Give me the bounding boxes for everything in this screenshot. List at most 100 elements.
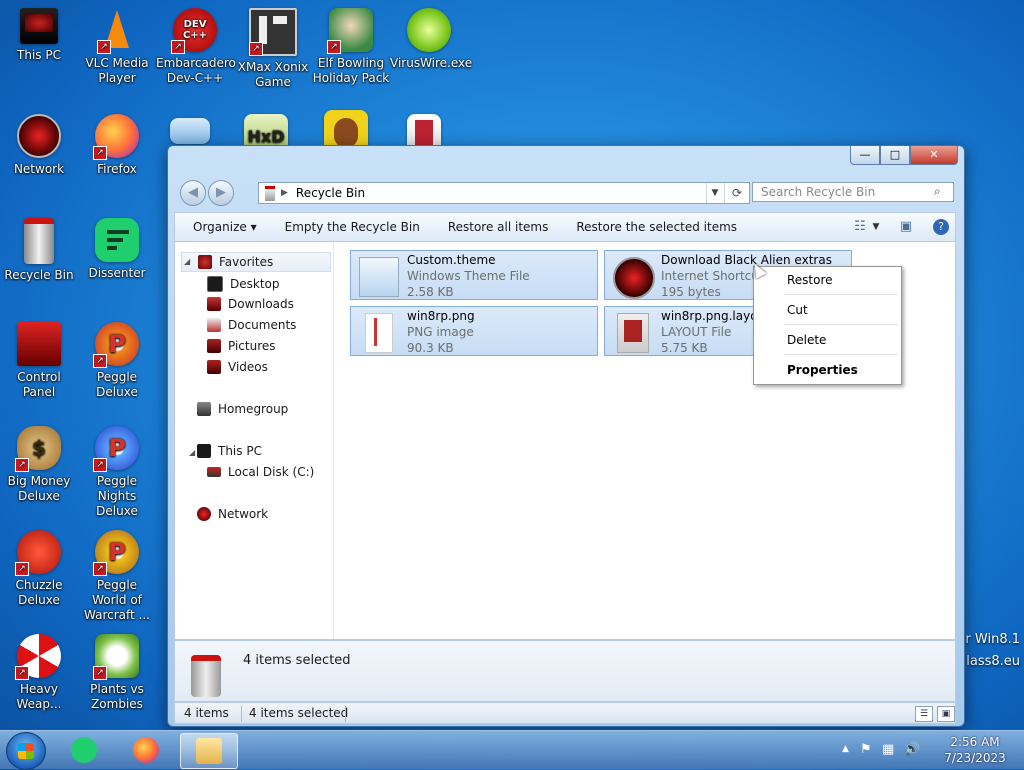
desktop-icon-peggle-deluxe[interactable]: P ↗ Peggle Deluxe: [78, 322, 156, 400]
nav-videos[interactable]: Videos: [207, 360, 268, 374]
address-bar[interactable]: ▶ Recycle Bin ▼ ⟳: [258, 182, 750, 204]
collapse-arrow-icon[interactable]: ◢: [189, 448, 195, 457]
desktop-icon-big-money[interactable]: $ ↗ Big Money Deluxe: [0, 426, 78, 504]
desktop-icon-xonix[interactable]: ↗ XMax Xonix Game: [234, 8, 312, 90]
desktop-icon-recycle-bin[interactable]: Recycle Bin: [0, 218, 78, 283]
nav-label: Local Disk (C:): [228, 465, 315, 479]
taskbar-app-explorer[interactable]: [180, 733, 238, 769]
watermark-line1: r Win8.1: [965, 632, 1020, 647]
money-bag-icon: $ ↗: [15, 426, 61, 472]
layout-file-icon: [617, 313, 649, 353]
devcpp-icon: DEV C++ ↗: [171, 8, 217, 54]
address-dropdown-icon[interactable]: ▼: [706, 183, 723, 203]
nav-local-disk[interactable]: Local Disk (C:): [207, 465, 314, 479]
pictures-icon: [207, 339, 221, 353]
file-type: LAYOUT File: [661, 325, 732, 339]
desktop-icon-label: Peggle Nights Deluxe: [96, 474, 138, 518]
search-icon[interactable]: ⌕: [934, 184, 950, 200]
system-tray: ▲ ⚑ ▦ 🔊 2:56 AM 7/23/2023: [838, 731, 1018, 769]
desktop-icon-this-pc[interactable]: This PC: [0, 8, 78, 63]
nav-network[interactable]: Network: [197, 507, 268, 521]
desktop-icon-partial-1[interactable]: [162, 118, 218, 148]
close-button[interactable]: ✕: [910, 146, 958, 165]
restore-all-button[interactable]: Restore all items: [434, 213, 563, 241]
menu-item-cut[interactable]: Cut: [787, 300, 892, 320]
context-menu: Restore Cut Delete Properties: [753, 266, 902, 385]
nav-label: This PC: [218, 444, 262, 458]
breadcrumb-recycle-bin[interactable]: Recycle Bin: [296, 186, 365, 200]
file-tile[interactable]: Custom.theme Windows Theme File 2.58 KB: [350, 250, 598, 300]
nav-label: Videos: [228, 360, 268, 374]
nav-label: Downloads: [228, 297, 294, 311]
desktop-icon-chuzzle[interactable]: ↗ Chuzzle Deluxe: [0, 530, 78, 608]
desktop-icon-dissenter[interactable]: Dissenter: [78, 218, 156, 281]
nav-label: Pictures: [228, 339, 276, 353]
empty-recycle-bin-button[interactable]: Empty the Recycle Bin: [271, 213, 434, 241]
desktop-icon-heavy-weapon[interactable]: ↗ Heavy Weap...: [0, 634, 78, 712]
volume-icon[interactable]: 🔊: [904, 742, 920, 757]
preview-pane-icon[interactable]: ▣: [895, 216, 917, 238]
downloads-icon: [207, 297, 221, 311]
details-view-icon[interactable]: ☰: [915, 706, 933, 722]
desktop-icon-pvz[interactable]: ↗ Plants vs Zombies: [78, 634, 156, 712]
explorer-window[interactable]: — □ ✕ ◀ ▶ ▶ Recycle Bin ▼ ⟳ ⌕ Organize ▾…: [167, 145, 965, 727]
nav-documents[interactable]: Documents: [207, 318, 296, 332]
desktop-icon-label: Elf Bowling Holiday Pack: [312, 56, 390, 85]
large-icons-view-icon[interactable]: ▣: [937, 706, 955, 722]
taskbar-app-dissenter[interactable]: [56, 733, 112, 767]
start-button[interactable]: [6, 732, 46, 770]
maximize-button[interactable]: □: [880, 146, 910, 165]
file-type: Internet Shortcut: [661, 269, 764, 283]
desktop-icon-peggle-nights[interactable]: P ↗ Peggle Nights Deluxe: [78, 426, 156, 519]
desktop-icon-label: Chuzzle Deluxe: [15, 578, 63, 607]
network-icon: [197, 507, 211, 521]
file-tile[interactable]: win8rp.png PNG image 90.3 KB: [350, 306, 598, 356]
view-dropdown-icon[interactable]: ▼: [871, 216, 881, 238]
desktop-icon-vlc[interactable]: ↗ VLC Media Player: [78, 8, 156, 86]
recycle-bin-icon: [24, 218, 54, 264]
desktop-icon-firefox[interactable]: ↗ Firefox: [78, 114, 156, 177]
file-size: 2.58 KB: [407, 285, 454, 299]
recycle-bin-small-icon: [265, 185, 275, 201]
refresh-icon[interactable]: ⟳: [724, 183, 749, 203]
file-name: Download Black Alien extras: [661, 253, 832, 267]
nav-downloads[interactable]: Downloads: [207, 297, 294, 311]
details-pane: 4 items selected: [174, 640, 956, 702]
desktop-icon-label: Plants vs Zombies: [90, 682, 144, 711]
desktop-icon-network[interactable]: Network: [0, 114, 78, 177]
back-button[interactable]: ◀: [180, 180, 206, 206]
desktop-icon-peggle-wow[interactable]: P ↗ Peggle World of Warcraft ...: [78, 530, 156, 623]
nav-favorites[interactable]: ◢ Favorites: [181, 252, 331, 272]
nav-desktop[interactable]: Desktop: [207, 276, 280, 292]
collapse-arrow-icon[interactable]: ◢: [184, 257, 190, 266]
file-type: PNG image: [407, 325, 474, 339]
network-status-icon[interactable]: ▦: [882, 742, 894, 757]
forward-button[interactable]: ▶: [208, 180, 234, 206]
desktop-icon-control-panel[interactable]: Control Panel: [0, 322, 78, 400]
theme-file-icon: [359, 257, 399, 297]
taskbar-app-firefox[interactable]: [118, 733, 174, 767]
desktop-icon-viruswire[interactable]: VirusWire.exe: [390, 8, 472, 71]
menu-item-restore[interactable]: Restore: [787, 270, 892, 290]
nav-this-pc[interactable]: ◢ This PC: [183, 444, 262, 458]
clock[interactable]: 2:56 AM 7/23/2023: [940, 734, 1010, 766]
nav-pictures[interactable]: Pictures: [207, 339, 276, 353]
restore-selected-button[interactable]: Restore the selected items: [562, 213, 751, 241]
action-center-flag-icon[interactable]: ⚑: [860, 742, 872, 757]
minimize-button[interactable]: —: [850, 146, 880, 165]
desktop-icon-elf-bowling[interactable]: ↗ Elf Bowling Holiday Pack: [312, 8, 390, 86]
menu-item-delete[interactable]: Delete: [787, 330, 892, 350]
organize-button[interactable]: Organize ▾: [175, 213, 271, 241]
desktop-icon: [207, 276, 223, 292]
menu-item-properties[interactable]: Properties: [787, 360, 892, 380]
change-view-icon[interactable]: ☷: [849, 216, 871, 238]
desktop-icon-label: Heavy Weap...: [16, 682, 62, 711]
command-bar: Organize ▾ Empty the Recycle Bin Restore…: [174, 212, 956, 242]
breadcrumb-separator-icon: ▶: [281, 188, 288, 198]
vlc-cone-icon: ↗: [95, 8, 139, 54]
search-input[interactable]: [752, 182, 954, 202]
desktop-icon-devcpp[interactable]: DEV C++ ↗ Embarcadero Dev-C++: [156, 8, 236, 86]
show-hidden-icons-icon[interactable]: ▲: [842, 744, 849, 754]
help-icon[interactable]: ?: [933, 219, 949, 235]
nav-homegroup[interactable]: Homegroup: [197, 402, 288, 416]
